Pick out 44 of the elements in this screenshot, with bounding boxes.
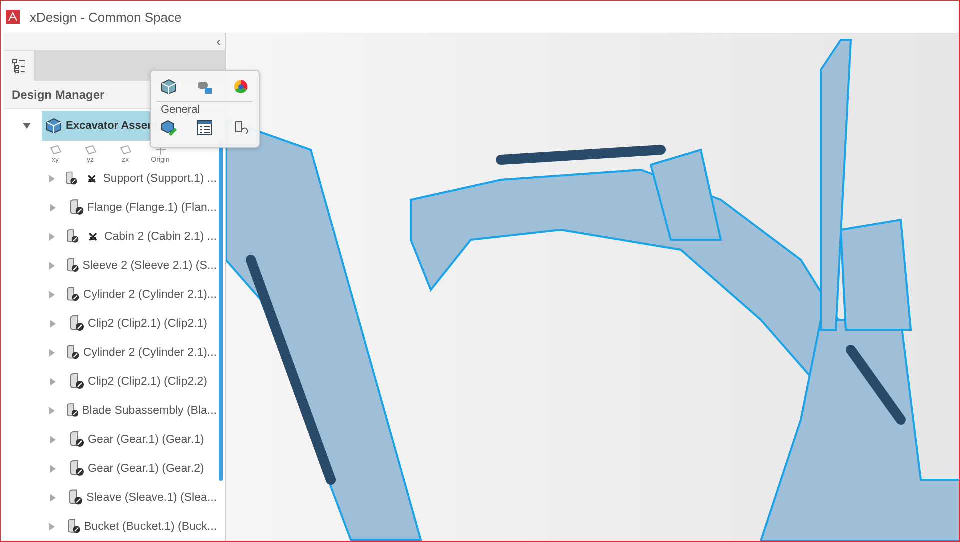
panel-title: Design Manager (12, 88, 105, 102)
appearance-icon (197, 79, 213, 95)
tree-item[interactable]: Gear (Gear.1) (Gear.2) (88, 462, 204, 474)
part-icon (67, 489, 85, 506)
tree-item[interactable]: Flange (Flange.1) (Flan... (87, 202, 217, 214)
part-icon (66, 518, 82, 535)
assembly-icon (46, 118, 62, 134)
part-icon (68, 199, 86, 216)
tree-item[interactable]: Blade Subassembly (Bla... (82, 404, 217, 416)
tree-item[interactable]: Cabin 2 (Cabin 2.1) ... (104, 230, 217, 242)
tree-item[interactable]: Clip2 (Clip2.1) (Clip2.1) (88, 318, 208, 330)
part-icon (68, 373, 86, 390)
plane-icon (50, 145, 62, 155)
list-icon (197, 120, 213, 136)
collapse-button[interactable]: ‹ (216, 33, 221, 50)
part-icon (65, 257, 81, 274)
tree-item[interactable]: Gear (Gear.1) (Gear.1) (88, 434, 204, 446)
part-icon (65, 344, 82, 361)
tree-item[interactable]: Cylinder 2 (Cylinder 2.1)... (83, 346, 217, 358)
part-icon (68, 315, 86, 332)
tree-tab[interactable] (4, 51, 34, 81)
tree-item[interactable]: Bucket (Bucket.1) (Buck... (84, 520, 218, 532)
part-icon (64, 402, 80, 419)
part-icon (64, 170, 80, 187)
tree-item[interactable]: Sleave (Sleave.1) (Slea... (86, 492, 217, 504)
tree-item[interactable]: Sleeve 2 (Sleeve 2.1) (S... (82, 260, 217, 272)
plane-icon (84, 145, 96, 155)
tree-item[interactable]: Cylinder 2 (Cylinder 2.1)... (83, 288, 217, 300)
color-wheel-icon (233, 79, 249, 95)
part-icon (68, 460, 86, 477)
edit-cube-icon (161, 120, 177, 136)
part-icon (68, 431, 86, 448)
replace-icon (233, 120, 249, 136)
plane-icon (120, 145, 132, 155)
anchor-icon (88, 230, 98, 242)
part-icon (64, 228, 80, 245)
app-logo (6, 10, 20, 24)
section-label: General (160, 104, 202, 116)
tree-item[interactable]: Clip2 (Clip2.1) (Clip2.2) (88, 376, 208, 388)
window-title: xDesign - Common Space (30, 10, 182, 24)
tree-icon (11, 58, 27, 74)
part-icon (65, 286, 82, 303)
tree-item[interactable]: Support (Support.1) ... (103, 172, 217, 184)
anchor-icon (87, 172, 98, 184)
